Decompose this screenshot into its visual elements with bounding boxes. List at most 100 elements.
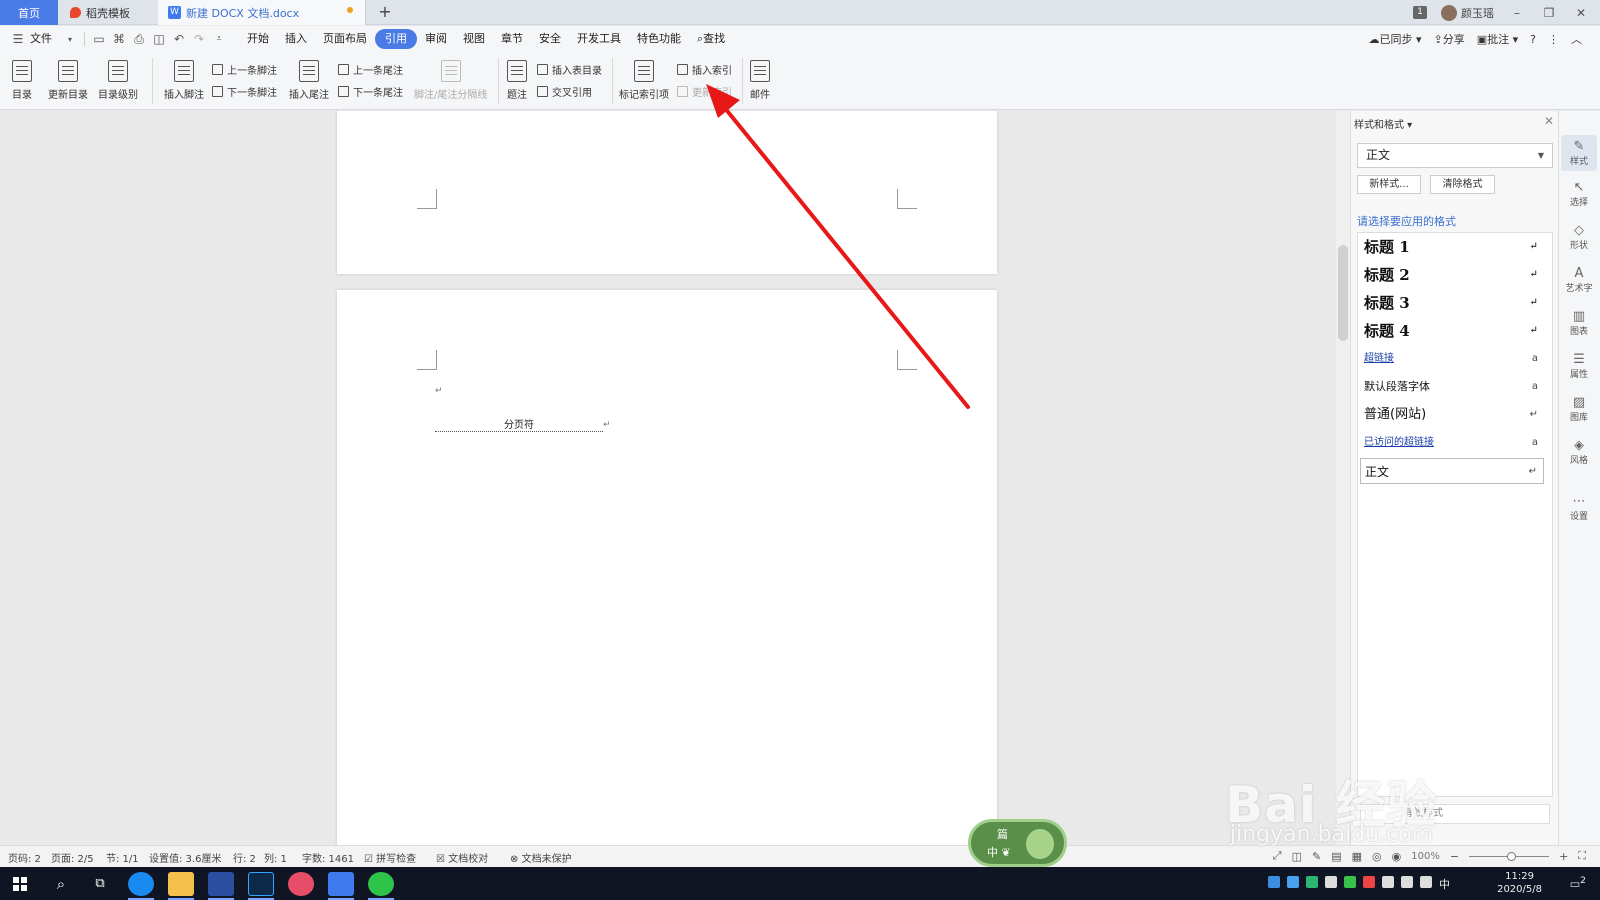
tool-chart[interactable]: ▥ 图表 <box>1561 309 1597 337</box>
scrollbar-thumb[interactable] <box>1338 245 1348 341</box>
menu-review[interactable]: 审阅 <box>417 29 455 49</box>
fit-page-icon[interactable]: ⛶ <box>1578 849 1586 863</box>
close-icon[interactable]: ✕ <box>1544 114 1554 128</box>
style-default-font[interactable]: 默认段落字体 a <box>1364 374 1544 400</box>
app-icon[interactable] <box>208 872 234 896</box>
tray-app-icon[interactable] <box>1363 876 1375 888</box>
tab-document[interactable]: W 新建 DOCX 文档.docx <box>158 0 366 25</box>
sync-button[interactable]: ☁已同步 ▾ <box>1368 31 1421 47</box>
mark-index-button[interactable]: 标记索引项 <box>619 60 669 101</box>
tab-template[interactable]: 稻壳模板 <box>60 0 156 25</box>
style-heading-3[interactable]: 标题 3 ↵ <box>1364 290 1544 316</box>
search-button[interactable]: ⌕查找 <box>689 29 733 49</box>
zoom-slider[interactable] <box>1469 851 1550 861</box>
tray-wechat-icon[interactable] <box>1344 876 1356 888</box>
document-workspace[interactable]: ↵ 分页符 ↵ <box>0 111 1336 845</box>
new-tab-button[interactable]: + <box>372 0 398 25</box>
document-page[interactable] <box>337 111 997 274</box>
update-index-button[interactable]: 更新索引 <box>677 84 732 99</box>
windows-start-icon[interactable] <box>8 872 32 896</box>
style-visited-link[interactable]: 已访问的超链接 a <box>1364 430 1544 456</box>
tray-volume-icon[interactable] <box>1401 876 1413 888</box>
tray-mic-icon[interactable] <box>1325 876 1337 888</box>
outline-view-icon[interactable]: ▦ <box>1352 850 1362 863</box>
tool-settings[interactable]: ⋯ 设置 <box>1561 494 1597 522</box>
photoshop-icon[interactable] <box>248 872 274 896</box>
cross-reference-button[interactable]: 交叉引用 <box>537 84 592 99</box>
status-col[interactable]: 列: 1 <box>264 850 287 865</box>
customize-qa-icon[interactable]: ⩡ <box>209 34 229 44</box>
zoom-in-icon[interactable]: + <box>1559 850 1568 863</box>
wechat-icon[interactable] <box>368 872 394 896</box>
chevron-down-icon[interactable]: ▾ <box>60 35 80 44</box>
floating-assistant-widget[interactable]: 篇 中 ❦ <box>968 819 1067 867</box>
style-body[interactable]: 正文 ↵ <box>1360 458 1544 484</box>
next-endnote-button[interactable]: 下一条尾注 <box>338 84 403 99</box>
menu-layout[interactable]: 页面布局 <box>315 29 375 49</box>
tray-pen-icon[interactable] <box>1420 876 1432 888</box>
next-footnote-button[interactable]: 下一条脚注 <box>212 84 277 99</box>
menu-insert[interactable]: 插入 <box>277 29 315 49</box>
page-break-marker[interactable]: 分页符 <box>435 420 603 432</box>
print-preview-icon[interactable]: ◫ <box>149 32 169 46</box>
separator-line-button[interactable]: 脚注/尾注分隔线 <box>414 60 487 101</box>
tool-style[interactable]: ✎ 样式 <box>1561 135 1597 171</box>
undo-icon[interactable]: ↶ <box>169 32 189 46</box>
status-row[interactable]: 行: 2 <box>233 850 256 865</box>
toc-button[interactable]: 目录 <box>12 60 32 101</box>
pen-icon[interactable]: ✎ <box>1312 850 1321 863</box>
prev-endnote-button[interactable]: 上一条尾注 <box>338 62 403 77</box>
wps-writer-icon[interactable] <box>328 872 354 896</box>
spell-check-button[interactable]: ☑ 拼写检查 <box>364 850 416 865</box>
more-icon[interactable]: ⋮ <box>1548 33 1559 46</box>
insert-table-toc-button[interactable]: 插入表目录 <box>537 62 602 77</box>
vertical-scrollbar[interactable] <box>1336 111 1350 845</box>
tab-home[interactable]: 首页 <box>0 0 58 25</box>
browser-icon[interactable] <box>128 872 154 896</box>
tray-network-icon[interactable] <box>1382 876 1394 888</box>
web-view-icon[interactable]: ◎ <box>1372 850 1382 863</box>
menu-chapter[interactable]: 章节 <box>493 29 531 49</box>
status-page-number[interactable]: 页码: 2 <box>8 850 41 865</box>
eye-icon[interactable]: ◉ <box>1392 850 1402 863</box>
insert-footnote-button[interactable]: 插入脚注 <box>164 60 204 101</box>
status-words[interactable]: 字数: 1461 <box>302 850 354 865</box>
file-explorer-icon[interactable] <box>168 872 194 896</box>
zoom-level[interactable]: 100% <box>1411 851 1440 862</box>
style-heading-4[interactable]: 标题 4 ↵ <box>1364 318 1544 344</box>
comment-button[interactable]: ▣批注 ▾ <box>1477 31 1518 47</box>
insert-index-button[interactable]: 插入索引 <box>677 62 732 77</box>
menu-view[interactable]: 视图 <box>455 29 493 49</box>
tray-app-icon[interactable] <box>1306 876 1318 888</box>
read-mode-icon[interactable]: ◫ <box>1292 850 1302 863</box>
new-style-button[interactable]: 新样式... <box>1357 175 1421 194</box>
zoom-slider-handle[interactable] <box>1507 851 1517 861</box>
toc-level-button[interactable]: 目录级别 <box>98 60 138 101</box>
fullscreen-icon[interactable]: ⤢ <box>1273 849 1282 863</box>
tray-app-icon[interactable] <box>1268 876 1280 888</box>
help-button[interactable]: ? <box>1530 33 1536 46</box>
status-setting[interactable]: 设置值: 3.6厘米 <box>149 850 221 865</box>
user-account[interactable]: 颜玉瑶 <box>1441 4 1494 21</box>
menu-home[interactable]: 开始 <box>239 29 277 49</box>
tool-gallery[interactable]: ▨ 图库 <box>1561 395 1597 423</box>
status-section[interactable]: 节: 1/1 <box>106 850 139 865</box>
tool-theme[interactable]: ◈ 风格 <box>1561 438 1597 466</box>
menu-references[interactable]: 引用 <box>375 29 417 49</box>
clear-format-button[interactable]: 清除格式 <box>1430 175 1495 194</box>
menu-developer[interactable]: 开发工具 <box>569 29 629 49</box>
menu-special[interactable]: 特色功能 <box>629 29 689 49</box>
system-clock[interactable]: 11:29 2020/5/8 <box>1497 870 1542 896</box>
menu-security[interactable]: 安全 <box>531 29 569 49</box>
style-normal-web[interactable]: 普通(网站) ↵ <box>1364 402 1544 428</box>
share-button[interactable]: ⇪分享 <box>1434 31 1465 47</box>
current-style-select[interactable]: 正文 ▼ <box>1357 143 1553 168</box>
proofread-button[interactable]: ☒ 文档校对 <box>436 850 488 865</box>
tool-wordart[interactable]: A 艺术字 <box>1561 266 1597 294</box>
styles-panel-title[interactable]: 样式和格式 ▾ <box>1354 116 1412 131</box>
window-count-badge[interactable]: 1 <box>1413 6 1427 19</box>
update-toc-button[interactable]: 更新目录 <box>48 60 88 101</box>
minimize-button[interactable]: – <box>1508 6 1526 20</box>
tool-select[interactable]: ↖ 选择 <box>1561 180 1597 208</box>
tool-shape[interactable]: ◇ 形状 <box>1561 223 1597 251</box>
